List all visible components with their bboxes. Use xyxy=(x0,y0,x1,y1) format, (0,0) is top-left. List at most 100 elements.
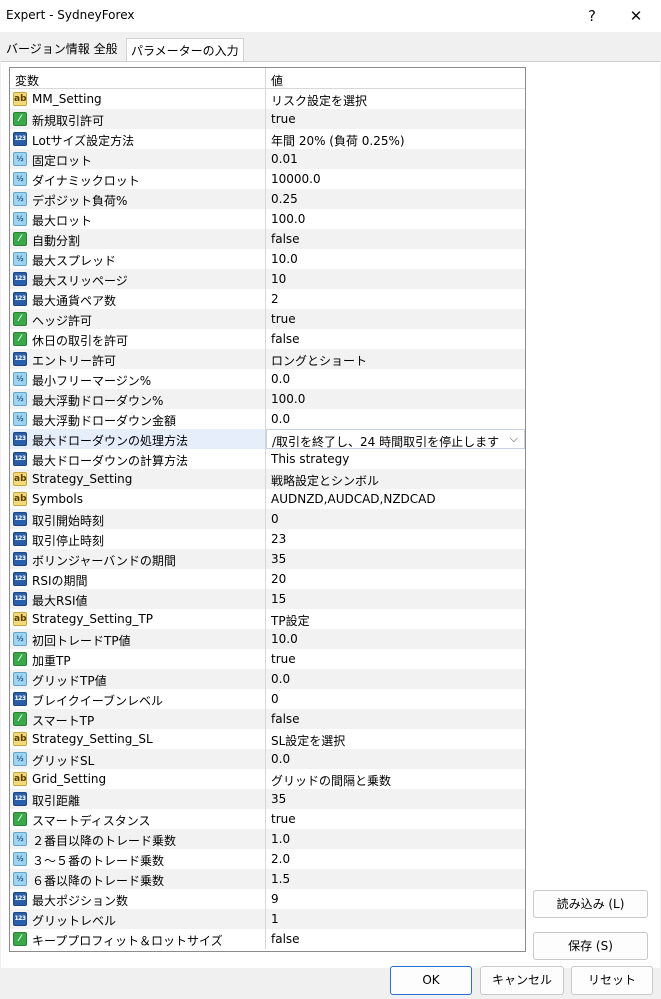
variable-cell[interactable]: 123 Lotサイズ設定方法 xyxy=(10,129,266,149)
reset-button[interactable]: リセット xyxy=(571,966,653,995)
variable-cell[interactable]: ½ 固定ロット xyxy=(10,149,266,169)
value-cell[interactable]: 23 xyxy=(266,529,525,549)
parameter-row[interactable]: ⁄ キーププロフィット＆ロットサイズ false xyxy=(10,929,525,949)
chevron-down-icon[interactable]: ⌵ xyxy=(510,432,518,446)
variable-cell[interactable]: ½ 初回トレードTP値 xyxy=(10,629,266,649)
parameter-row[interactable]: ½ グリッドTP値 0.0 xyxy=(10,669,525,689)
value-cell[interactable]: 0.01 xyxy=(266,149,525,169)
variable-cell[interactable]: ½ 最大スプレッド xyxy=(10,249,266,269)
value-cell[interactable]: true xyxy=(266,809,525,829)
parameter-row[interactable]: 123 最大ドローダウンの計算方法 This strategy xyxy=(10,449,525,469)
value-cell[interactable]: false xyxy=(266,329,525,349)
value-cell[interactable]: false xyxy=(266,229,525,249)
parameter-row[interactable]: 123 ブレイクイーブンレベル 0 xyxy=(10,689,525,709)
variable-cell[interactable]: ½ デポジット負荷% xyxy=(10,189,266,209)
variable-cell[interactable]: ½ グリッドSL xyxy=(10,749,266,769)
value-cell[interactable]: 1.0 xyxy=(266,829,525,849)
variable-cell[interactable]: ⁄ 新規取引許可 xyxy=(10,109,266,129)
value-cell[interactable]: false xyxy=(266,709,525,729)
value-cell[interactable]: ロングとショート xyxy=(266,349,525,369)
variable-cell[interactable]: ⁄ スマートTP xyxy=(10,709,266,729)
parameter-row[interactable]: ab Grid_Setting グリッドの間隔と乗数 xyxy=(10,769,525,789)
variable-cell[interactable]: ½ ２番目以降のトレード乗数 xyxy=(10,829,266,849)
value-cell[interactable]: 10.0 xyxy=(266,249,525,269)
variable-cell[interactable]: ½ 最大浮動ドローダウン% xyxy=(10,389,266,409)
variable-cell[interactable]: ⁄ ヘッジ許可 xyxy=(10,309,266,329)
variable-cell[interactable]: ½ ３～５番のトレード乗数 xyxy=(10,849,266,869)
parameter-row[interactable]: ab Strategy_Setting_TP TP設定 xyxy=(10,609,525,629)
value-cell[interactable]: true xyxy=(266,109,525,129)
cancel-button[interactable]: キャンセル xyxy=(480,966,564,995)
value-cell[interactable]: 100.0 xyxy=(266,209,525,229)
parameter-row[interactable]: ½ 最大浮動ドローダウン% 100.0 xyxy=(10,389,525,409)
parameter-row[interactable]: ab Strategy_Setting 戦略設定とシンボル xyxy=(10,469,525,489)
value-cell[interactable]: 0.0 xyxy=(266,749,525,769)
variable-cell[interactable]: 123 グリットレベル xyxy=(10,909,266,929)
value-cell[interactable]: 0.25 xyxy=(266,189,525,209)
parameter-row[interactable]: ½ 最大ロット 100.0 xyxy=(10,209,525,229)
value-cell[interactable]: グリッドの間隔と乗数 xyxy=(266,769,525,789)
parameter-row[interactable]: 123 取引停止時刻 23 xyxy=(10,529,525,549)
parameter-row[interactable]: ½ ３～５番のトレード乗数 2.0 xyxy=(10,849,525,869)
value-cell[interactable]: false xyxy=(266,929,525,949)
value-cell[interactable]: 1.5 xyxy=(266,869,525,889)
parameter-row[interactable]: 123 取引距離 35 xyxy=(10,789,525,809)
variable-cell[interactable]: ⁄ スマートディスタンス xyxy=(10,809,266,829)
variable-cell[interactable]: ½ ６番以降のトレード乗数 xyxy=(10,869,266,889)
variable-cell[interactable]: 123 最大ポジション数 xyxy=(10,889,266,909)
value-cell[interactable]: 10 xyxy=(266,269,525,289)
variable-cell[interactable]: 123 取引距離 xyxy=(10,789,266,809)
variable-cell[interactable]: 123 ブレイクイーブンレベル xyxy=(10,689,266,709)
ok-button[interactable]: OK xyxy=(390,966,472,995)
variable-cell[interactable]: 123 最大ドローダウンの計算方法 xyxy=(10,449,266,469)
variable-cell[interactable]: ½ ダイナミックロット xyxy=(10,169,266,189)
parameter-row[interactable]: 123 Lotサイズ設定方法 年間 20% (負荷 0.25%) xyxy=(10,129,525,149)
load-button[interactable]: 読み込み (L) xyxy=(533,890,648,918)
value-cell[interactable]: 20 xyxy=(266,569,525,589)
tab-general[interactable]: バージョン情報 全般 xyxy=(2,38,122,60)
variable-cell[interactable]: 123 エントリー許可 xyxy=(10,349,266,369)
parameter-row[interactable]: ½ グリッドSL 0.0 xyxy=(10,749,525,769)
value-cell[interactable]: 10.0 xyxy=(266,629,525,649)
value-cell[interactable]: TP設定 xyxy=(266,609,525,629)
value-cell[interactable]: 0.0 xyxy=(266,669,525,689)
parameter-row[interactable]: ab Strategy_Setting_SL SL設定を選択 xyxy=(10,729,525,749)
value-cell[interactable]: リスク設定を選択 xyxy=(266,89,525,109)
variable-cell[interactable]: ab MM_Setting xyxy=(10,89,266,109)
variable-cell[interactable]: ab Grid_Setting xyxy=(10,769,266,789)
parameter-row[interactable]: ½ 最小フリーマージン% 0.0 xyxy=(10,369,525,389)
value-cell[interactable]: 0 xyxy=(266,509,525,529)
tab-inputs[interactable]: パラメーターの入力 xyxy=(126,38,244,63)
value-cell[interactable]: SL設定を選択 xyxy=(266,729,525,749)
variable-cell[interactable]: ab Strategy_Setting_SL xyxy=(10,729,266,749)
variable-cell[interactable]: 123 最大ドローダウンの処理方法 xyxy=(10,429,266,449)
variable-cell[interactable]: 123 最大スリッページ xyxy=(10,269,266,289)
parameter-row[interactable]: ½ 固定ロット 0.01 xyxy=(10,149,525,169)
variable-cell[interactable]: 123 RSIの期間 xyxy=(10,569,266,589)
value-dropdown[interactable]: /取引を終了し、24 時間取引を停止します ⌵ xyxy=(266,429,525,449)
parameter-row[interactable]: ½ 最大スプレッド 10.0 xyxy=(10,249,525,269)
header-divider[interactable] xyxy=(265,68,266,88)
variable-cell[interactable]: ½ グリッドTP値 xyxy=(10,669,266,689)
variable-cell[interactable]: 123 ボリンジャーバンドの期間 xyxy=(10,549,266,569)
value-cell[interactable]: true xyxy=(266,649,525,669)
parameter-row[interactable]: ½ 初回トレードTP値 10.0 xyxy=(10,629,525,649)
parameter-row[interactable]: 123 取引開始時刻 0 xyxy=(10,509,525,529)
close-button[interactable]: ✕ xyxy=(614,0,658,32)
parameter-row[interactable]: 123 最大ポジション数 9 xyxy=(10,889,525,909)
value-cell[interactable]: 15 xyxy=(266,589,525,609)
header-value[interactable]: 値 xyxy=(271,72,283,89)
variable-cell[interactable]: 123 取引開始時刻 xyxy=(10,509,266,529)
value-cell[interactable]: 35 xyxy=(266,549,525,569)
save-button[interactable]: 保存 (S) xyxy=(533,932,648,960)
value-cell[interactable]: 9 xyxy=(266,889,525,909)
variable-cell[interactable]: ½ 最大ロット xyxy=(10,209,266,229)
parameter-row[interactable]: 123 ボリンジャーバンドの期間 35 xyxy=(10,549,525,569)
parameter-row[interactable]: ½ ダイナミックロット 10000.0 xyxy=(10,169,525,189)
value-cell[interactable]: 10000.0 xyxy=(266,169,525,189)
variable-cell[interactable]: ½ 最大浮動ドローダウン金額 xyxy=(10,409,266,429)
value-cell[interactable]: 100.0 xyxy=(266,389,525,409)
parameter-row[interactable]: 123 最大RSI値 15 xyxy=(10,589,525,609)
parameter-row[interactable]: ⁄ スマートTP false xyxy=(10,709,525,729)
variable-cell[interactable]: ½ 最小フリーマージン% xyxy=(10,369,266,389)
